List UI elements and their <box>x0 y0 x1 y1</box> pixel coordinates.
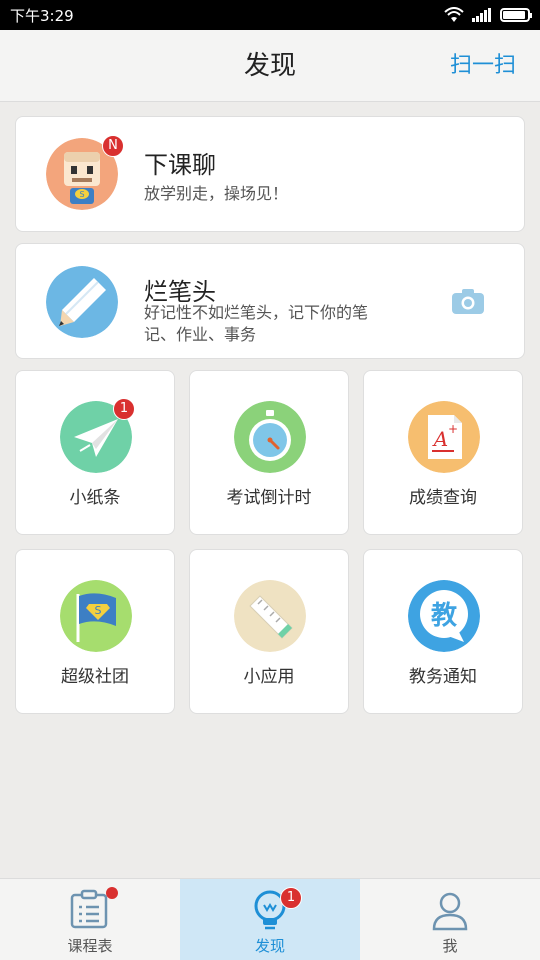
svg-text:A: A <box>432 427 448 451</box>
svg-text:+: + <box>448 422 458 436</box>
grid-item-label: 成绩查询 <box>409 488 477 508</box>
person-icon <box>432 892 468 931</box>
svg-text:S: S <box>79 190 84 199</box>
notice-bubble-icon: 教 <box>408 580 480 652</box>
grid-item-exam-countdown[interactable]: 考试倒计时 <box>189 370 349 535</box>
svg-text:S: S <box>95 604 102 617</box>
tab-label: 发现 <box>254 937 285 955</box>
grid-item-label: 考试倒计时 <box>226 488 312 508</box>
grid-item-grade-query[interactable]: A + 成绩查询 <box>363 370 523 535</box>
tab-label: 我 <box>442 937 458 955</box>
notes-subtitle-line2: 记、作业、事务 <box>144 325 257 344</box>
wifi-icon <box>444 7 464 22</box>
tab-schedule[interactable]: 课程表 <box>0 879 180 960</box>
grid-item-label: 教务通知 <box>409 667 477 687</box>
notification-badge: 1 <box>113 398 135 420</box>
notes-subtitle-line1: 好记性不如烂笔头，记下你的笔 <box>144 303 369 322</box>
grid-item-label: 超级社团 <box>61 667 129 687</box>
chat-feature-card[interactable]: S N 下课聊 放学别走，操场见！ <box>15 116 525 232</box>
svg-text:教: 教 <box>431 601 457 631</box>
grid-item-academic-notice[interactable]: 教 教务通知 <box>363 549 523 714</box>
chat-subtitle: 放学别走，操场见！ <box>144 184 289 203</box>
grade-paper-icon: A + <box>408 401 480 473</box>
grid-item-notes-paper[interactable]: 1 小纸条 <box>15 370 175 535</box>
chat-title: 下课聊 <box>144 151 216 179</box>
ruler-icon <box>234 580 306 652</box>
grid-item-label: 小应用 <box>243 667 295 687</box>
grid-item-label: 小纸条 <box>69 488 121 508</box>
stopwatch-icon <box>234 401 306 473</box>
tab-me[interactable]: 我 <box>360 879 540 960</box>
new-badge: N <box>102 135 124 157</box>
battery-icon <box>500 8 532 22</box>
schedule-clipboard-icon <box>70 889 108 929</box>
notes-subtitle: 好记性不如烂笔头，记下你的笔 记、作业、事务 <box>144 302 368 346</box>
signal-icon <box>472 8 491 22</box>
notes-feature-card[interactable]: 烂笔头 好记性不如烂笔头，记下你的笔 记、作业、事务 <box>15 243 525 359</box>
scan-button[interactable]: 扫一扫 <box>450 30 516 102</box>
camera-icon[interactable] <box>452 288 484 314</box>
bottom-tab-bar: 课程表 1 发现 我 <box>0 878 540 960</box>
notification-badge: 1 <box>280 887 302 909</box>
tab-label: 课程表 <box>67 937 113 955</box>
status-time: 下午3:29 <box>10 6 74 25</box>
pencil-icon <box>46 266 118 338</box>
grid-item-mini-apps[interactable]: 小应用 <box>189 549 349 714</box>
tab-dot-badge <box>106 887 118 899</box>
status-bar: 下午3:29 <box>0 0 540 30</box>
system-indicators <box>444 7 532 23</box>
grid-item-super-club[interactable]: S 超级社团 <box>15 549 175 714</box>
nav-header: 发现 扫一扫 <box>0 30 540 102</box>
club-flag-icon: S <box>60 580 132 652</box>
tab-discover[interactable]: 1 发现 <box>180 879 360 960</box>
